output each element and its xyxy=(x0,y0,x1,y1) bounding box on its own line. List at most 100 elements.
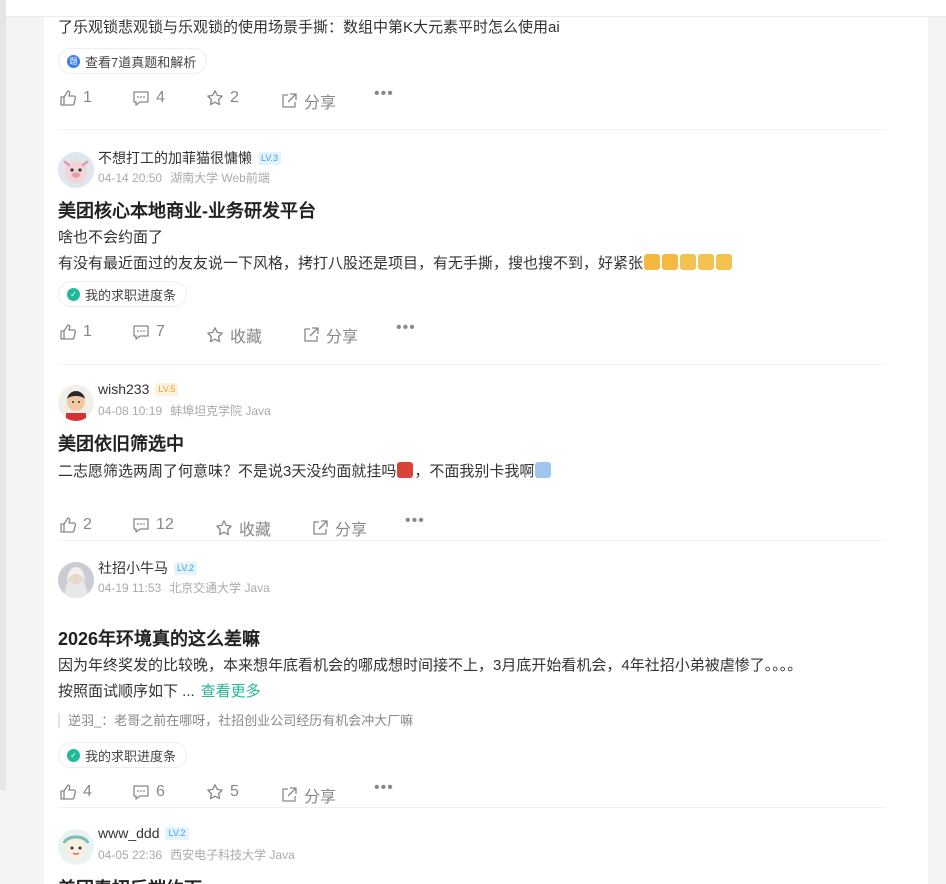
more-options-icon[interactable]: ••• xyxy=(396,319,416,337)
level-badge: LV.5 xyxy=(155,383,179,396)
star-button[interactable]: 2 xyxy=(206,89,239,107)
author-name[interactable]: wish233 xyxy=(98,381,149,397)
crying-emoji-icon xyxy=(662,254,679,270)
post-title[interactable]: 2026年环境真的这么差嘛 xyxy=(58,625,260,651)
divider xyxy=(58,129,886,130)
avatar[interactable] xyxy=(58,152,94,188)
share-icon xyxy=(282,787,297,802)
post-body-line: 有没有最近面过的友友说一下风格，拷打八股还是项目，有无手撕，搜也搜不到，好紧张 xyxy=(58,251,733,277)
star-count: 2 xyxy=(230,89,239,106)
progress-tag[interactable]: ✓ 我的求职进度条 xyxy=(58,281,188,307)
comment-button[interactable]: 12 xyxy=(132,516,174,534)
share-button[interactable]: 分享 xyxy=(311,516,367,540)
author-name-row: wish233 LV.5 xyxy=(98,381,179,397)
top-bar xyxy=(6,0,946,17)
star-icon xyxy=(207,90,223,106)
post-body[interactable]: 二志愿筛选两周了何意味？不是说3天没约面就挂吗 ，不面我别卡我啊 xyxy=(58,459,552,485)
post-meta: 04-14 20:50 湖南大学 Web前端 xyxy=(98,169,270,186)
comment-count: 4 xyxy=(156,89,165,106)
devil-emoji-icon xyxy=(397,462,414,478)
author-name[interactable]: 社招小牛马 xyxy=(98,560,168,576)
like-button[interactable]: 1 xyxy=(59,89,92,107)
author-name-row: 不想打工的加菲猫很慵懒 LV.3 xyxy=(98,148,282,168)
share-button[interactable]: 分享 xyxy=(280,783,336,807)
tag-label: 查看7道真题和解析 xyxy=(85,54,197,70)
avatar[interactable] xyxy=(58,562,94,598)
thumbs-up-icon xyxy=(60,90,77,106)
like-button[interactable]: 1 xyxy=(59,323,92,341)
like-button[interactable]: 4 xyxy=(59,783,92,801)
post-title[interactable]: 美团核心本地商业-业务研发平台 xyxy=(58,197,316,223)
question-bank-tag[interactable]: 题 查看7道真题和解析 xyxy=(58,48,208,74)
favorite-label: 收藏 xyxy=(239,522,272,539)
comment-icon xyxy=(133,91,149,106)
post-body[interactable]: 因为年终奖发的比较晚，本来想年底看机会的哪成想时间接不上，3月底开始看机会，4年… xyxy=(58,653,802,705)
post-title[interactable]: 美团春招后端约面 xyxy=(58,875,202,884)
more-options-icon[interactable]: ••• xyxy=(374,85,394,103)
comment-icon xyxy=(133,325,149,340)
more-options-icon[interactable]: ••• xyxy=(374,779,394,797)
top-comment-preview[interactable]: 逆羽_：老哥之前在哪呀，社招创业公司经历有机会冲大厂嘛 xyxy=(58,713,413,728)
progress-tag[interactable]: ✓ 我的求职进度条 xyxy=(58,742,188,768)
tag-label: 我的求职进度条 xyxy=(85,748,177,764)
like-count: 2 xyxy=(83,516,92,533)
progress-icon: ✓ xyxy=(67,287,80,301)
favorite-label: 收藏 xyxy=(230,329,263,346)
star-icon xyxy=(216,520,232,536)
post-body-line: 啥也不会约面了 xyxy=(58,229,164,246)
author-school: 湖南大学 Web前端 xyxy=(170,171,270,185)
share-label: 分享 xyxy=(304,789,337,806)
star-icon xyxy=(207,784,223,800)
share-label: 分享 xyxy=(335,522,368,539)
share-icon xyxy=(282,93,297,108)
author-school: 北京交通大学 Java xyxy=(169,581,270,595)
avatar[interactable] xyxy=(58,829,94,865)
level-badge: LV.2 xyxy=(174,562,198,575)
post-meta: 04-05 22:36 西安电子科技大学 Java xyxy=(98,846,295,863)
favorite-button[interactable]: 收藏 xyxy=(215,516,271,540)
comment-button[interactable]: 4 xyxy=(132,89,165,107)
favorite-button[interactable]: 收藏 xyxy=(206,323,262,347)
post-date: 04-14 20:50 xyxy=(98,171,163,185)
post-date: 04-19 11:53 xyxy=(98,581,162,595)
share-label: 分享 xyxy=(304,95,337,112)
star-button[interactable]: 5 xyxy=(206,783,239,801)
author-school: 西安电子科技大学 Java xyxy=(170,848,295,862)
comment-button[interactable]: 7 xyxy=(132,323,165,341)
post-title[interactable]: 美团依旧筛选中 xyxy=(58,430,184,456)
post-date: 04-08 10:19 xyxy=(98,404,163,418)
read-more-link[interactable]: 查看更多 xyxy=(201,683,261,700)
feed-card: 了乐观锁悲观锁与乐观锁的使用场景手撕：数组中第K大元素平时怎么使用ai 题 查看… xyxy=(44,17,928,884)
author-name[interactable]: www_ddd xyxy=(98,825,159,841)
author-name[interactable]: 不想打工的加菲猫很慵懒 xyxy=(98,150,252,166)
like-count: 1 xyxy=(83,89,92,106)
comment-button[interactable]: 6 xyxy=(132,783,165,801)
level-badge: LV.2 xyxy=(165,827,189,840)
progress-icon: ✓ xyxy=(67,748,80,762)
bandaged-emoji-icon xyxy=(535,462,552,478)
author-school: 蚌埠坦克学院 Java xyxy=(170,404,271,418)
fist-emoji-icon xyxy=(680,254,697,270)
share-button[interactable]: 分享 xyxy=(280,89,336,113)
share-icon xyxy=(313,520,328,535)
thumbs-up-icon xyxy=(60,324,77,340)
avatar[interactable] xyxy=(58,385,94,421)
more-options-icon[interactable]: ••• xyxy=(405,512,425,530)
share-icon xyxy=(304,327,319,342)
share-label: 分享 xyxy=(326,329,359,346)
like-button[interactable]: 2 xyxy=(59,516,92,534)
thumbs-up-icon xyxy=(60,517,77,533)
star-count: 5 xyxy=(230,783,239,800)
share-button[interactable]: 分享 xyxy=(302,323,358,347)
post-body-text: ，不面我别卡我啊 xyxy=(414,463,535,480)
comment-count: 6 xyxy=(156,783,165,800)
question-bank-icon: 题 xyxy=(67,54,80,68)
post-body-text: 有没有最近面过的友友说一下风格，拷打八股还是项目，有无手撕，搜也搜不到，好紧张 xyxy=(58,255,644,272)
post-body: 了乐观锁悲观锁与乐观锁的使用场景手撕：数组中第K大元素平时怎么使用ai xyxy=(58,19,560,36)
star-icon xyxy=(207,327,223,343)
post-body[interactable]: 啥也不会约面了 有没有最近面过的友友说一下风格，拷打八股还是项目，有无手撕，搜也… xyxy=(58,225,733,277)
comment-count: 7 xyxy=(156,323,165,340)
post-body-text: 二志愿筛选两周了何意味？不是说3天没约面就挂吗 xyxy=(58,463,397,480)
author-name-row: 社招小牛马 LV.2 xyxy=(98,558,198,578)
post-date: 04-05 22:36 xyxy=(98,848,163,862)
